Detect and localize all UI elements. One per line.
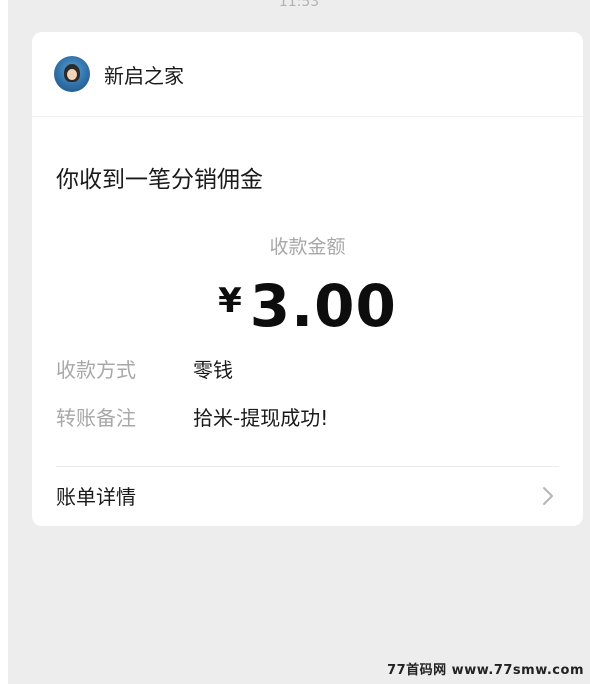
payment-method-key: 收款方式 <box>56 358 136 382</box>
amount-label: 收款金额 <box>269 236 346 258</box>
payment-method-value: 零钱 <box>193 358 233 382</box>
payment-notification-card[interactable]: 新启之家 你收到一笔分销佣金 收款金额 ¥3.00 收款方式 零钱 转账备注 拾… <box>32 32 583 526</box>
sender-name: 新启之家 <box>104 64 184 88</box>
notification-headline: 你收到一笔分销佣金 <box>56 167 263 193</box>
avatar-icon[interactable] <box>54 56 90 92</box>
card-header[interactable]: 新启之家 <box>32 32 583 117</box>
site-watermark: 77首码网 www.77smw.com <box>387 663 584 678</box>
amount-value: 3.00 <box>249 272 397 340</box>
transfer-note-value: 拾米-提现成功! <box>193 406 329 430</box>
message-timestamp: 11:53 <box>278 0 320 10</box>
transfer-note-key: 转账备注 <box>56 406 136 430</box>
amount-display: ¥3.00 <box>32 272 583 340</box>
bill-details-label: 账单详情 <box>56 485 136 509</box>
bill-details-link[interactable]: 账单详情 <box>32 467 583 526</box>
chat-background: 11:53 新启之家 你收到一笔分销佣金 收款金额 ¥3.00 收款方式 零钱 … <box>8 0 590 684</box>
chevron-right-icon <box>543 487 553 505</box>
currency-symbol: ¥ <box>218 281 242 321</box>
